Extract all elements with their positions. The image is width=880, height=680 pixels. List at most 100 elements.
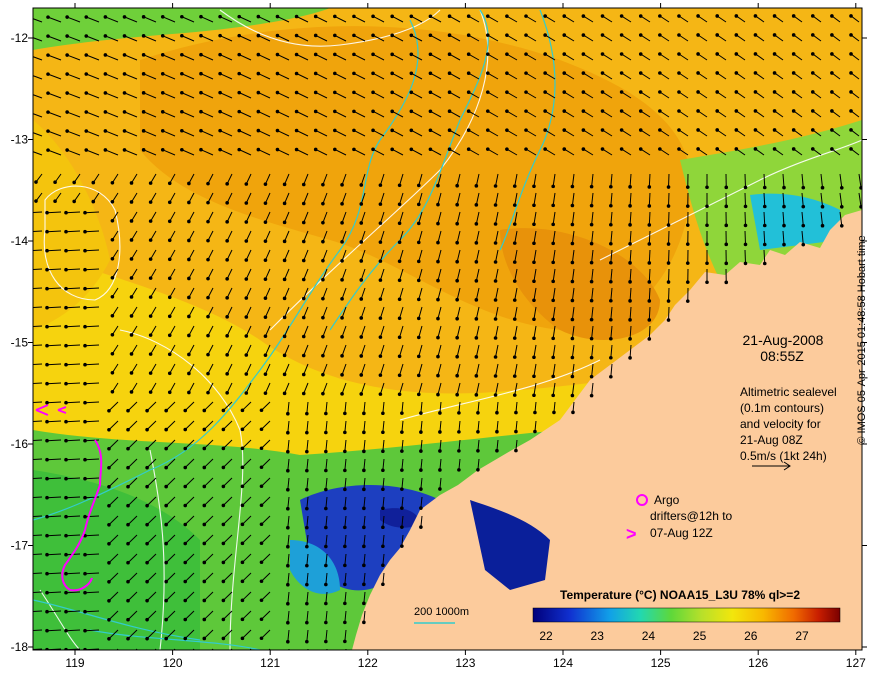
velocity-arrow-head [256,14,261,19]
velocity-arrow-head [321,315,325,320]
velocity-arrow-head [305,659,309,663]
velocity-arrow-head [26,363,30,367]
velocity-arrow-head [294,147,299,152]
velocity-arrow-head [64,590,68,595]
velocity-arrow-head [791,90,796,94]
velocity-arrow-head [282,353,287,358]
velocity-arrow-head [532,260,536,265]
velocity-arrow-head [282,220,287,225]
velocity-arrow-head [532,279,536,284]
velocity-arrow-head [343,639,347,644]
velocity-arrow-head [352,33,356,38]
velocity-arrow-head [126,541,130,546]
velocity-arrow-head [696,14,700,18]
velocity-arrow-head [397,278,402,283]
velocity-arrow-head [167,238,172,243]
velocity-arrow-head [600,52,605,56]
velocity-arrow-head [474,203,479,207]
velocity-arrow [46,610,62,613]
velocity-arrow-head [390,128,394,133]
velocity-arrow-head [286,487,290,492]
velocity-arrow-head [244,220,249,224]
velocity-arrow-head [647,337,652,341]
velocity-arrow-head [103,110,108,114]
velocity-arrow-head [148,295,153,299]
velocity-arrow [648,230,651,244]
velocity-arrow-head [64,362,68,367]
velocity-arrow-head [110,199,115,204]
velocity-arrow-head [64,514,68,519]
velocity-arrow-head [514,429,518,434]
velocity-arrow-head [199,128,203,133]
velocity-arrow-head [202,522,207,527]
velocity-arrow-head [524,52,528,56]
velocity-arrow-head [202,427,207,432]
velocity-arrow-head [240,560,245,565]
velocity-arrow-head [359,183,364,187]
velocity-arrow [33,629,43,631]
velocity-arrow [46,211,62,214]
velocity-arrow-head [343,601,347,606]
velocity-arrow-head [45,495,49,500]
velocity-arrow-head [343,620,347,625]
latitude-tick-label: -17 [11,539,29,553]
velocity-arrow-head [455,183,459,188]
velocity-arrow-head [46,91,50,95]
velocity-arrow-head [543,14,547,18]
altimetry-line-4: 21-Aug 08Z [740,433,803,447]
velocity-arrow-head [447,90,452,95]
velocity-arrow-head [734,147,739,151]
velocity-arrow-head [532,241,536,246]
velocity-arrow-head [455,316,459,321]
velocity-arrow-head [416,278,421,283]
velocity-arrow-head [126,656,130,660]
velocity-arrow-head [221,522,226,527]
velocity-arrow-head [27,148,31,152]
velocity-arrow [33,591,43,593]
velocity-arrow-head [83,267,87,272]
velocity-arrow-head [45,343,49,348]
latitude-tick-label: -13 [11,133,29,147]
velocity-arrow [33,382,43,384]
velocity-arrow-head [428,14,433,19]
velocity-arrow-head [84,53,89,57]
velocity-arrow-head [183,656,187,660]
velocity-arrow [84,458,100,461]
velocity-arrow-head [801,204,806,209]
altimetry-line-2: (0.1m contours) [740,401,824,415]
velocity-arrow-head [609,317,613,322]
velocity-arrow-head [609,222,613,227]
velocity-arrow-head [677,147,681,151]
velocity-arrow-head [45,286,49,291]
velocity-arrow [84,610,100,613]
velocity-arrow-head [110,332,115,337]
velocity-arrow [65,458,81,461]
velocity-arrow-head [64,343,68,348]
velocity-arrow-head [343,487,347,492]
velocity-arrow-head [206,295,210,300]
velocity-arrow-head [581,71,586,75]
velocity-arrow [84,382,100,385]
velocity-arrow-head [83,229,87,234]
velocity-arrow-head [362,506,366,511]
velocity-arrow-head [438,430,442,434]
velocity-arrow-head [237,147,242,152]
velocity-arrow-head [609,241,613,246]
velocity-arrow-head [180,33,184,38]
velocity-arrow-head [148,276,153,280]
velocity-arrow-head [321,239,325,244]
velocity-arrow-head [352,52,356,57]
velocity-arrow [84,344,100,347]
argo-label: Argo [654,493,680,507]
velocity-arrow-head [160,52,165,57]
velocity-arrow-head [126,427,130,432]
velocity-arrow [65,287,81,290]
velocity-arrow-head [658,71,662,75]
velocity-arrow-head [107,484,111,489]
velocity-arrow [648,268,651,282]
velocity-arrow-head [187,219,191,224]
velocity-arrow [65,268,81,271]
velocity-arrow-head [160,14,165,19]
velocity-arrow-head [552,410,556,415]
velocity-arrow-head [122,129,127,133]
